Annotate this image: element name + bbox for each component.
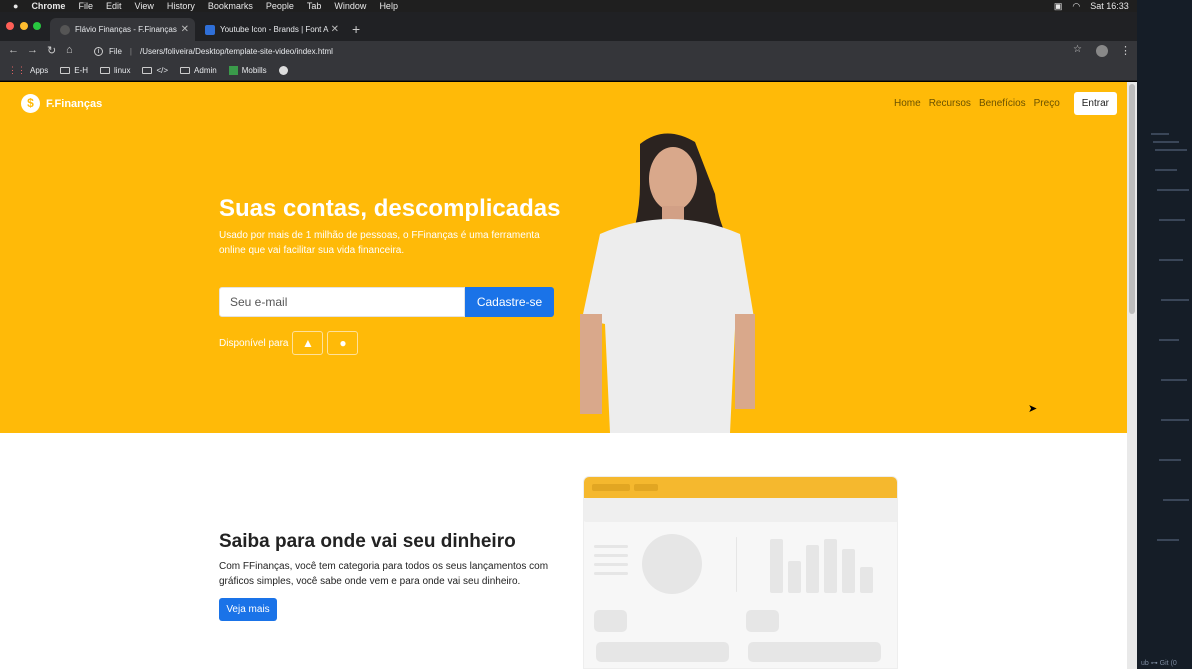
menu-app-name[interactable]: Chrome bbox=[31, 0, 65, 12]
menu-history[interactable]: History bbox=[167, 0, 195, 12]
bookmark-linux[interactable]: linux bbox=[100, 66, 130, 75]
menu-view[interactable]: View bbox=[134, 0, 153, 12]
web-page: $ F.Finanças Home Recursos Benefícios Pr… bbox=[0, 82, 1127, 669]
dashboard-mockup-image bbox=[583, 476, 898, 669]
tab-strip: Flávio Finanças - F.Finanças ✕ Youtube I… bbox=[0, 12, 1137, 41]
url-text[interactable]: /Users/foliveira/Desktop/template-site-v… bbox=[140, 47, 333, 56]
bookmark-mobills[interactable]: Mobills bbox=[228, 66, 267, 75]
folder-icon bbox=[100, 67, 111, 74]
available-label: Disponível para bbox=[219, 337, 289, 349]
globe-icon bbox=[278, 66, 288, 75]
apple-icon[interactable]: ● bbox=[327, 331, 359, 355]
nav-beneficios[interactable]: Benefícios bbox=[979, 98, 1026, 109]
bookmarks-bar: ⋮⋮ Apps E-H linux </> Admin Mobills bbox=[0, 61, 1137, 81]
code-editor-window: ub ⊶ Git (0 bbox=[1137, 0, 1192, 669]
menu-edit[interactable]: Edit bbox=[106, 0, 122, 12]
folder-icon bbox=[60, 67, 71, 74]
signup-button[interactable]: Cadastre-se bbox=[465, 287, 554, 317]
kebab-menu-icon[interactable]: ⋮ bbox=[1120, 44, 1131, 57]
mobills-icon bbox=[228, 66, 238, 75]
bookmark-apps[interactable]: ⋮⋮ Apps bbox=[8, 65, 48, 76]
menu-window[interactable]: Window bbox=[334, 0, 366, 12]
hero-headline: Suas contas, descomplicadas bbox=[219, 195, 561, 222]
available-on: Disponível para ▲ ● bbox=[219, 331, 359, 355]
login-button[interactable]: Entrar bbox=[1073, 92, 1117, 115]
menu-help[interactable]: Help bbox=[379, 0, 398, 12]
nav-preco[interactable]: Preço bbox=[1034, 98, 1060, 109]
tab-ffinancas[interactable]: Flávio Finanças - F.Finanças ✕ bbox=[50, 18, 195, 41]
email-input[interactable]: Seu e-mail bbox=[219, 287, 465, 317]
new-tab-button[interactable]: + bbox=[352, 21, 360, 37]
home-icon[interactable]: ⌂ bbox=[66, 44, 73, 56]
browser-toolbar: ← → ↻ ⌂ i File | /Users/foliveira/Deskto… bbox=[0, 41, 1137, 61]
scrollbar-thumb[interactable] bbox=[1129, 84, 1135, 314]
see-more-button[interactable]: Veja mais bbox=[219, 598, 277, 621]
bookmark-e-h[interactable]: E-H bbox=[60, 66, 88, 75]
tab-title: Youtube Icon - Brands | Font A bbox=[220, 25, 329, 34]
close-tab-icon[interactable]: ✕ bbox=[331, 24, 339, 35]
bookmark-admin[interactable]: Admin bbox=[180, 66, 217, 75]
folder-icon bbox=[180, 67, 191, 74]
address-bar[interactable]: i File | /Users/foliveira/Desktop/templa… bbox=[86, 42, 1087, 60]
code-minimap bbox=[1151, 133, 1189, 541]
profile-avatar[interactable] bbox=[1096, 45, 1108, 57]
tab-youtube-icon[interactable]: Youtube Icon - Brands | Font A ✕ bbox=[195, 18, 345, 41]
hero-section: $ F.Finanças Home Recursos Benefícios Pr… bbox=[0, 82, 1127, 433]
clock[interactable]: Sat 16:33 bbox=[1090, 1, 1129, 11]
page-scrollbar[interactable] bbox=[1127, 82, 1137, 669]
menu-people[interactable]: People bbox=[266, 0, 294, 12]
logo-text: F.Finanças bbox=[46, 97, 103, 110]
menu-file[interactable]: File bbox=[78, 0, 93, 12]
editor-status-bar: ub ⊶ Git (0 bbox=[1141, 660, 1177, 667]
section-text: Com FFinanças, você tem categoria para t… bbox=[219, 561, 549, 587]
apple-icon[interactable]: ● bbox=[13, 0, 18, 12]
wifi-icon[interactable]: ◠ bbox=[1072, 1, 1080, 12]
close-tab-icon[interactable]: ✕ bbox=[181, 24, 189, 35]
hero-person-photo bbox=[580, 133, 755, 433]
close-window-button[interactable] bbox=[6, 22, 14, 30]
tab-favicon-icon bbox=[205, 24, 215, 35]
mockup-header bbox=[584, 477, 897, 498]
zoom-window-button[interactable] bbox=[33, 22, 41, 30]
section-title: Saiba para onde vai seu dinheiro bbox=[219, 531, 516, 552]
info-icon[interactable]: i bbox=[94, 46, 103, 56]
android-icon[interactable]: ▲ bbox=[292, 331, 324, 355]
tab-title: Flávio Finanças - F.Finanças bbox=[75, 25, 177, 34]
forward-icon[interactable]: → bbox=[27, 44, 38, 56]
mouse-cursor-icon: ➤ bbox=[1028, 403, 1038, 415]
reload-icon[interactable]: ↻ bbox=[47, 44, 56, 57]
dollar-coin-icon: $ bbox=[21, 94, 40, 113]
back-icon[interactable]: ← bbox=[8, 44, 19, 56]
menu-bookmarks[interactable]: Bookmarks bbox=[208, 0, 253, 12]
macos-menubar: ● Chrome File Edit View History Bookmark… bbox=[0, 0, 1192, 12]
site-nav: Home Recursos Benefícios Preço Entrar bbox=[894, 92, 1117, 115]
bookmark-code[interactable]: </> bbox=[142, 66, 168, 75]
url-separator: | bbox=[129, 46, 132, 56]
screen-record-icon[interactable]: ▣ bbox=[1054, 1, 1063, 12]
bookmark-globe[interactable] bbox=[278, 66, 288, 75]
apps-grid-icon: ⋮⋮ bbox=[8, 65, 26, 75]
site-logo[interactable]: $ F.Finanças bbox=[21, 94, 102, 113]
tab-favicon-icon bbox=[60, 24, 70, 35]
hero-lead: Usado por mais de 1 milhão de pessoas, o… bbox=[219, 230, 540, 256]
folder-icon bbox=[142, 67, 153, 74]
nav-recursos[interactable]: Recursos bbox=[929, 98, 971, 109]
minimize-window-button[interactable] bbox=[20, 22, 28, 30]
url-scheme-label: File bbox=[109, 46, 122, 56]
menu-tab[interactable]: Tab bbox=[307, 0, 322, 12]
nav-home[interactable]: Home bbox=[894, 98, 921, 109]
bookmark-star-icon[interactable]: ☆ bbox=[1073, 44, 1082, 55]
